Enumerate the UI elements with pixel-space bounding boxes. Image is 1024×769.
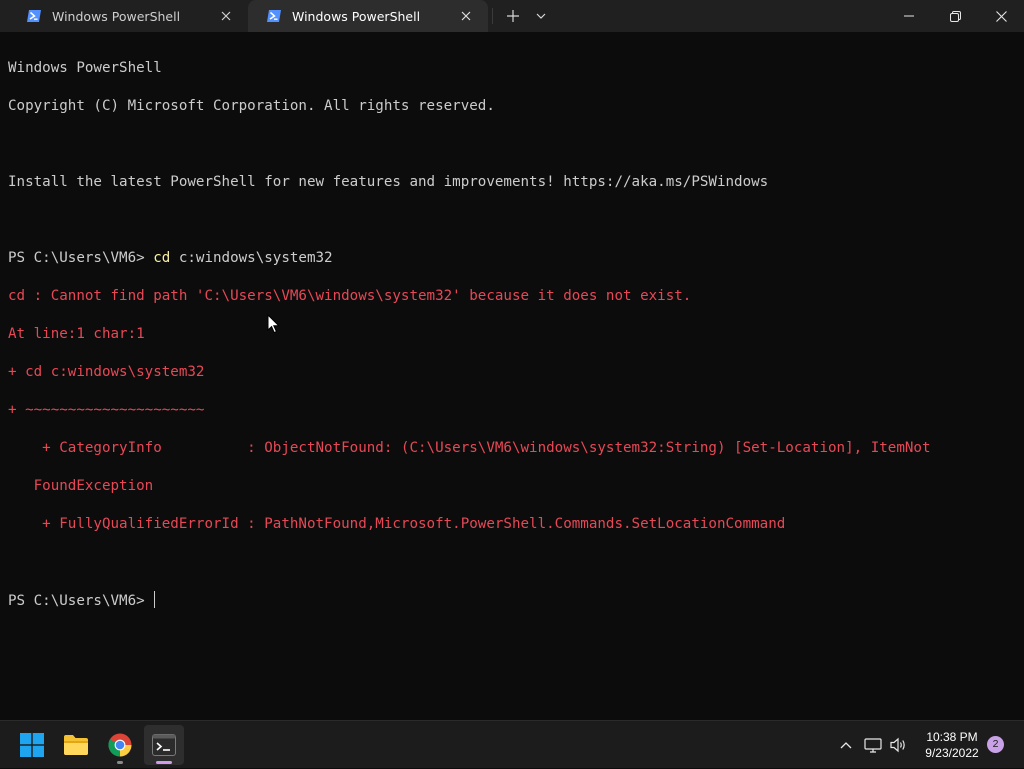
volume-button[interactable] <box>888 721 910 769</box>
title-bar: Windows PowerShell Windows PowerShell <box>0 0 1024 32</box>
volume-icon <box>890 737 905 753</box>
text-cursor <box>154 591 156 608</box>
mouse-pointer-icon <box>267 314 281 334</box>
error-line: + FullyQualifiedErrorId : PathNotFound,M… <box>8 516 786 532</box>
error-line: FoundException <box>8 478 154 494</box>
error-line: + cd c:windows\system32 <box>8 364 205 380</box>
error-line: + CategoryInfo : ObjectNotFound: (C:\Use… <box>8 440 931 456</box>
show-hidden-icons-button[interactable] <box>834 721 858 769</box>
error-line: + ~~~~~~~~~~~~~~~~~~~~~ <box>8 402 205 418</box>
terminal-button[interactable] <box>144 725 184 765</box>
error-line: At line:1 char:1 <box>8 326 145 342</box>
clock[interactable]: 10:38 PM 9/23/2022 <box>912 729 992 761</box>
prompt: PS C:\Users\VM6> <box>8 250 154 266</box>
copyright-line: Copyright (C) Microsoft Corporation. All… <box>8 98 495 114</box>
tab-dropdown-button[interactable] <box>527 0 555 32</box>
file-explorer-button[interactable] <box>56 725 96 765</box>
minimize-button[interactable] <box>886 0 932 32</box>
command-args: c:windows\system32 <box>170 250 333 266</box>
tab-title: Windows PowerShell <box>52 8 181 24</box>
network-button[interactable] <box>862 721 884 769</box>
header-line: Windows PowerShell <box>8 60 162 76</box>
restore-button[interactable] <box>932 0 978 32</box>
running-indicator <box>117 761 123 764</box>
taskbar: 10:38 PM 9/23/2022 <box>0 720 1024 768</box>
command-line: PS C:\Users\VM6> cd c:windows\system32 <box>8 249 1016 268</box>
tab-windows-powershell-1[interactable]: Windows PowerShell <box>8 0 248 32</box>
restore-icon <box>949 10 961 22</box>
start-button[interactable] <box>12 725 52 765</box>
tab-separator <box>492 8 493 24</box>
folder-icon <box>64 735 88 755</box>
terminal-output[interactable]: Windows PowerShell Copyright (C) Microso… <box>0 32 1024 720</box>
plus-icon <box>507 10 519 22</box>
notification-badge[interactable]: 2 <box>987 736 1004 753</box>
terminal-icon <box>152 734 176 756</box>
windows-start-icon <box>20 733 44 757</box>
input-line[interactable]: PS C:\Users\VM6> <box>8 591 1016 610</box>
chrome-button[interactable] <box>100 725 140 765</box>
chevron-up-icon <box>840 742 852 749</box>
active-indicator <box>156 761 172 764</box>
tab-close-icon[interactable] <box>454 4 478 28</box>
prompt: PS C:\Users\VM6> <box>8 593 154 609</box>
powershell-icon <box>26 8 42 24</box>
error-line: cd : Cannot find path 'C:\Users\VM6\wind… <box>8 288 692 304</box>
chrome-icon <box>108 733 132 757</box>
install-line: Install the latest PowerShell for new fe… <box>8 174 769 190</box>
tab-close-icon[interactable] <box>214 4 238 28</box>
chevron-down-icon <box>536 13 546 19</box>
close-window-button[interactable] <box>978 0 1024 32</box>
tab-windows-powershell-2[interactable]: Windows PowerShell <box>248 0 488 32</box>
powershell-icon <box>266 8 282 24</box>
new-tab-button[interactable] <box>499 0 527 32</box>
minimize-icon <box>904 15 914 17</box>
close-icon <box>995 10 1007 22</box>
clock-date: 9/23/2022 <box>925 746 979 760</box>
network-icon <box>864 738 882 753</box>
clock-time: 10:38 PM <box>926 730 978 744</box>
tab-title: Windows PowerShell <box>292 8 421 24</box>
command-keyword: cd <box>153 250 171 266</box>
